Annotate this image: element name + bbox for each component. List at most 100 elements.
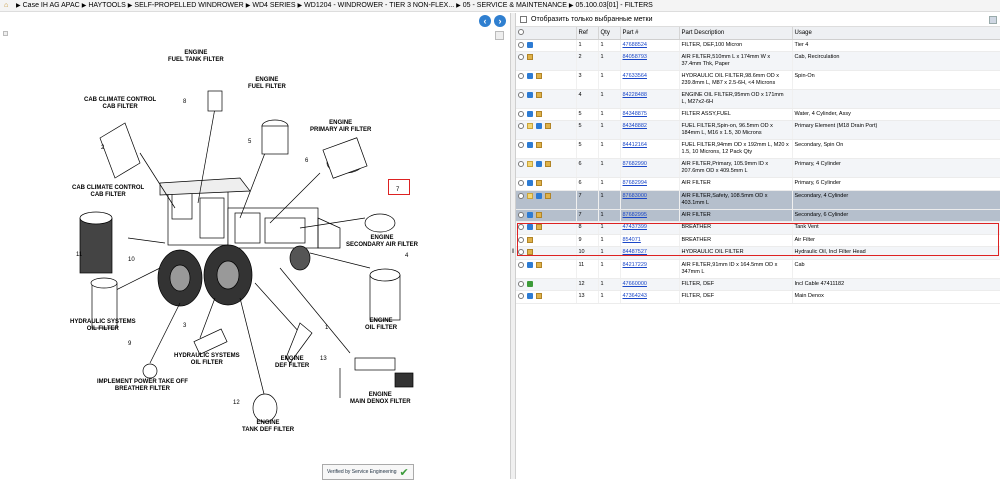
table-row[interactable]: 6 1 87682994 AIR FILTER Primary, 6 Cylin… <box>516 177 1000 191</box>
table-row[interactable]: 6 1 87682990 AIR FILTER,Primary, 105.9mm… <box>516 158 1000 179</box>
cart-box-icon[interactable] <box>536 72 542 79</box>
select-circle-icon[interactable] <box>518 72 524 79</box>
part-number-link[interactable]: 87683000 <box>620 190 680 210</box>
info-icon[interactable] <box>527 293 533 300</box>
select-circle-icon[interactable] <box>518 261 524 268</box>
cart-box-icon[interactable] <box>536 110 542 117</box>
part-number-link[interactable]: 87682990 <box>620 158 680 179</box>
breadcrumb-item[interactable]: Case IH AG APAC <box>23 2 80 9</box>
table-row[interactable]: 7 1 87682995 AIR FILTER Secondary, 6 Cyl… <box>516 209 1000 223</box>
callout-number[interactable]: 5 <box>248 139 251 145</box>
info-icon[interactable] <box>536 161 542 168</box>
select-circle-icon[interactable] <box>518 91 524 98</box>
select-circle-icon[interactable] <box>518 211 524 218</box>
table-row[interactable]: 4 1 84228488 ENGINE OIL FILTER,95mm OD x… <box>516 89 1000 109</box>
callout-number[interactable]: 9 <box>128 341 131 347</box>
table-row[interactable]: 12 1 47660000 FILTER, DEF Incl Cable 474… <box>516 278 1000 292</box>
table-row[interactable]: 5 1 84412164 FUEL FILTER,94mm OD x 192mm… <box>516 139 1000 160</box>
callout-number[interactable]: 11 <box>76 252 82 258</box>
callout-number[interactable]: 2 <box>101 145 104 151</box>
breadcrumb-item[interactable]: HAYTOOLS <box>88 2 125 9</box>
part-number-link[interactable]: 84348882 <box>620 120 680 141</box>
callout-number[interactable]: 6 <box>305 158 308 164</box>
panel-toggle-icon[interactable] <box>495 31 504 40</box>
callout-number[interactable]: 1 <box>325 325 328 331</box>
info-icon[interactable] <box>527 91 533 98</box>
info-icon[interactable] <box>536 123 542 130</box>
table-row[interactable]: 7 1 87683000 AIR FILTER,Safety, 108.5mm … <box>516 190 1000 210</box>
select-circle-icon[interactable] <box>518 161 524 168</box>
arrow-icon[interactable] <box>527 280 533 287</box>
back-arrow-button[interactable]: ‹ <box>479 15 491 27</box>
select-circle-icon[interactable] <box>518 293 524 300</box>
cart-box-icon[interactable] <box>536 91 542 98</box>
callout-number[interactable]: 13 <box>320 356 327 362</box>
collapse-icon[interactable] <box>3 31 8 36</box>
part-number-link[interactable]: 84412164 <box>620 139 680 160</box>
panel-options-icon[interactable] <box>989 16 997 24</box>
info-icon[interactable] <box>536 192 542 199</box>
note-icon[interactable] <box>527 192 533 199</box>
select-circle-icon[interactable] <box>518 41 524 48</box>
callout-number[interactable]: 10 <box>128 257 135 263</box>
table-row[interactable]: 5 1 84348875 FILTER ASSY,FUEL Water, 4 C… <box>516 108 1000 122</box>
breadcrumb-item[interactable]: 05 - SERVICE & MAINTENANCE <box>463 2 567 9</box>
usage-column-header[interactable]: Usage <box>792 27 1000 40</box>
breadcrumb-item[interactable]: SELF-PROPELLED WINDROWER <box>134 2 243 9</box>
icons-column-header[interactable] <box>516 27 577 40</box>
part-number-link[interactable]: 84058793 <box>620 51 680 71</box>
info-icon[interactable] <box>527 142 533 149</box>
select-circle-icon[interactable] <box>518 280 524 287</box>
part-number-link[interactable]: 47660000 <box>620 278 680 292</box>
table-row[interactable]: 3 1 47633564 HYDRAULIC OIL FILTER,98.6mm… <box>516 70 1000 90</box>
part-number-link[interactable]: 84228488 <box>620 89 680 109</box>
breadcrumb-item[interactable]: WD1204 - WINDROWER - TIER 3 NON-FLEX... <box>304 2 454 9</box>
cart-box-icon[interactable] <box>536 211 542 218</box>
cart-box-icon[interactable] <box>536 293 542 300</box>
qty-column-header[interactable]: Qty <box>598 27 621 40</box>
part-column-header[interactable]: Part # <box>620 27 680 40</box>
cart-box-icon[interactable] <box>536 261 542 268</box>
table-row[interactable]: 5 1 84348882 FUEL FILTER,Spin-on, 96.5mm… <box>516 120 1000 141</box>
table-row[interactable]: 1 1 47688524 FILTER, DEF,100 Micron Tier… <box>516 39 1000 52</box>
callout-number[interactable]: 12 <box>233 400 240 406</box>
note-icon[interactable] <box>527 123 533 130</box>
select-circle-icon[interactable] <box>518 142 524 149</box>
part-number-link[interactable]: 47688524 <box>620 39 680 52</box>
forward-arrow-button[interactable]: › <box>494 15 506 27</box>
select-circle-icon[interactable] <box>518 192 524 199</box>
info-icon[interactable] <box>527 211 533 218</box>
select-circle-icon[interactable] <box>518 180 524 187</box>
table-row[interactable]: 11 1 84217229 AIR FILTER,91mm ID x 164.5… <box>516 259 1000 279</box>
callout-number[interactable]: 8 <box>183 99 186 105</box>
part-number-link[interactable]: 84217229 <box>620 259 680 279</box>
info-icon[interactable] <box>527 41 533 48</box>
part-number-link[interactable]: 87682995 <box>620 209 680 223</box>
info-icon[interactable] <box>527 261 533 268</box>
cart-box-icon[interactable] <box>536 180 542 187</box>
part-number-link[interactable]: 47633564 <box>620 70 680 90</box>
select-circle-icon[interactable] <box>518 123 524 130</box>
cart-box-icon[interactable] <box>545 161 551 168</box>
table-row[interactable]: 2 1 84058793 AIR FILTER,510mm L x 174mm … <box>516 51 1000 71</box>
ref-column-header[interactable]: Ref <box>576 27 599 40</box>
info-icon[interactable] <box>527 110 533 117</box>
table-row[interactable]: 13 1 47364243 FILTER, DEF Main Denox <box>516 290 1000 304</box>
select-all-icon[interactable] <box>518 29 524 36</box>
cart-box-icon[interactable] <box>545 192 551 199</box>
cart-box-icon[interactable] <box>527 53 533 60</box>
select-circle-icon[interactable] <box>518 53 524 60</box>
breadcrumb-item[interactable]: WD4 SERIES <box>252 2 295 9</box>
part-number-link[interactable]: 84348875 <box>620 108 680 122</box>
cart-box-icon[interactable] <box>536 142 542 149</box>
info-icon[interactable] <box>527 180 533 187</box>
info-icon[interactable] <box>527 72 533 79</box>
part-number-link[interactable]: 47364243 <box>620 290 680 304</box>
callout-number[interactable]: 3 <box>183 323 186 329</box>
cart-box-icon[interactable] <box>545 123 551 130</box>
note-icon[interactable] <box>527 161 533 168</box>
callout-number[interactable]: 4 <box>405 253 408 259</box>
select-circle-icon[interactable] <box>518 110 524 117</box>
splitter-grip-icon[interactable]: ‖ <box>512 249 514 255</box>
show-selected-checkbox[interactable] <box>520 16 527 23</box>
